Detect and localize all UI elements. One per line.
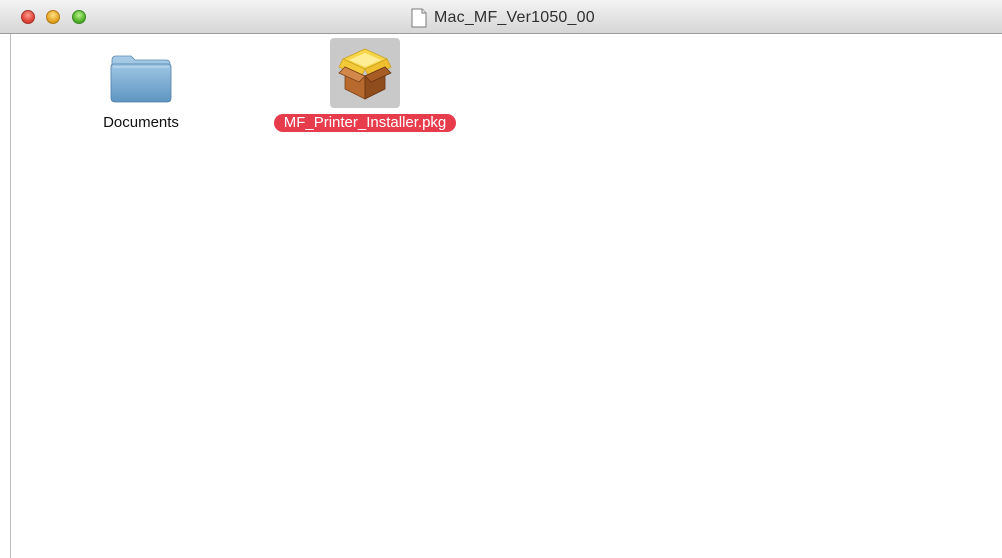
window-title: Mac_MF_Ver1050_00 <box>434 9 595 26</box>
minimize-window-button[interactable] <box>46 10 60 24</box>
file-item-installer-pkg[interactable]: MF_Printer_Installer.pkg <box>260 38 470 132</box>
finder-window: Mac_MF_Ver1050_00 Documents MF_Printer_I… <box>0 0 1002 558</box>
file-name-installer-pkg: MF_Printer_Installer.pkg <box>273 114 457 132</box>
file-name-documents: Documents <box>103 114 179 131</box>
title-bar[interactable]: Mac_MF_Ver1050_00 <box>0 0 1002 34</box>
window-title-group: Mac_MF_Ver1050_00 <box>411 8 595 28</box>
package-icon <box>338 48 392 100</box>
package-icon-container[interactable] <box>330 38 400 108</box>
zoom-window-button[interactable] <box>72 10 86 24</box>
file-browser-content[interactable]: Documents MF_Printer_Installer.pkg <box>11 34 1002 558</box>
disk-image-icon <box>411 8 427 28</box>
file-item-documents[interactable]: Documents <box>81 48 201 132</box>
close-window-button[interactable] <box>21 10 35 24</box>
folder-icon-container[interactable] <box>106 48 176 108</box>
folder-icon <box>110 55 172 103</box>
